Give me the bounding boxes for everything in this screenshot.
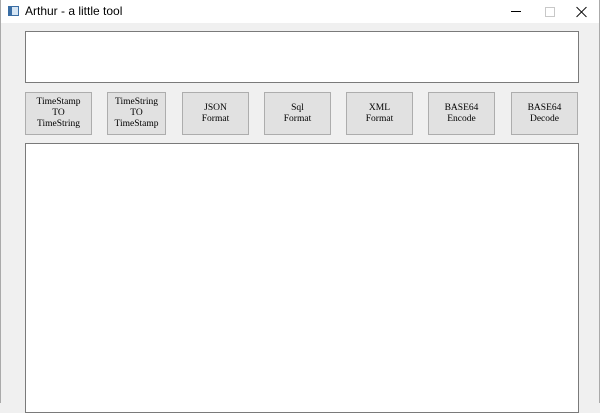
app-window-icon	[8, 6, 19, 16]
maximize-button[interactable]	[533, 0, 567, 23]
xml-format-button[interactable]: XML Format	[346, 92, 413, 135]
timestamp-to-timestring-button[interactable]: TimeStamp TO TimeString	[25, 92, 92, 135]
output-textbox[interactable]	[25, 143, 579, 413]
close-icon	[576, 6, 588, 18]
minimize-icon	[511, 11, 521, 12]
app-window: Arthur - a little tool TimeStamp TO Time…	[0, 0, 600, 413]
minimize-button[interactable]	[499, 0, 533, 23]
maximize-icon	[545, 6, 555, 17]
close-button[interactable]	[565, 0, 599, 23]
base64-encode-button[interactable]: BASE64 Encode	[428, 92, 495, 135]
sql-format-button[interactable]: Sql Format	[264, 92, 331, 135]
timestring-to-timestamp-button[interactable]: TimeString TO TimeStamp	[107, 92, 166, 135]
base64-decode-button[interactable]: BASE64 Decode	[511, 92, 578, 135]
json-format-button[interactable]: JSON Format	[182, 92, 249, 135]
title-bar[interactable]: Arthur - a little tool	[1, 0, 599, 23]
input-textbox[interactable]	[25, 31, 579, 83]
window-title: Arthur - a little tool	[25, 4, 123, 18]
